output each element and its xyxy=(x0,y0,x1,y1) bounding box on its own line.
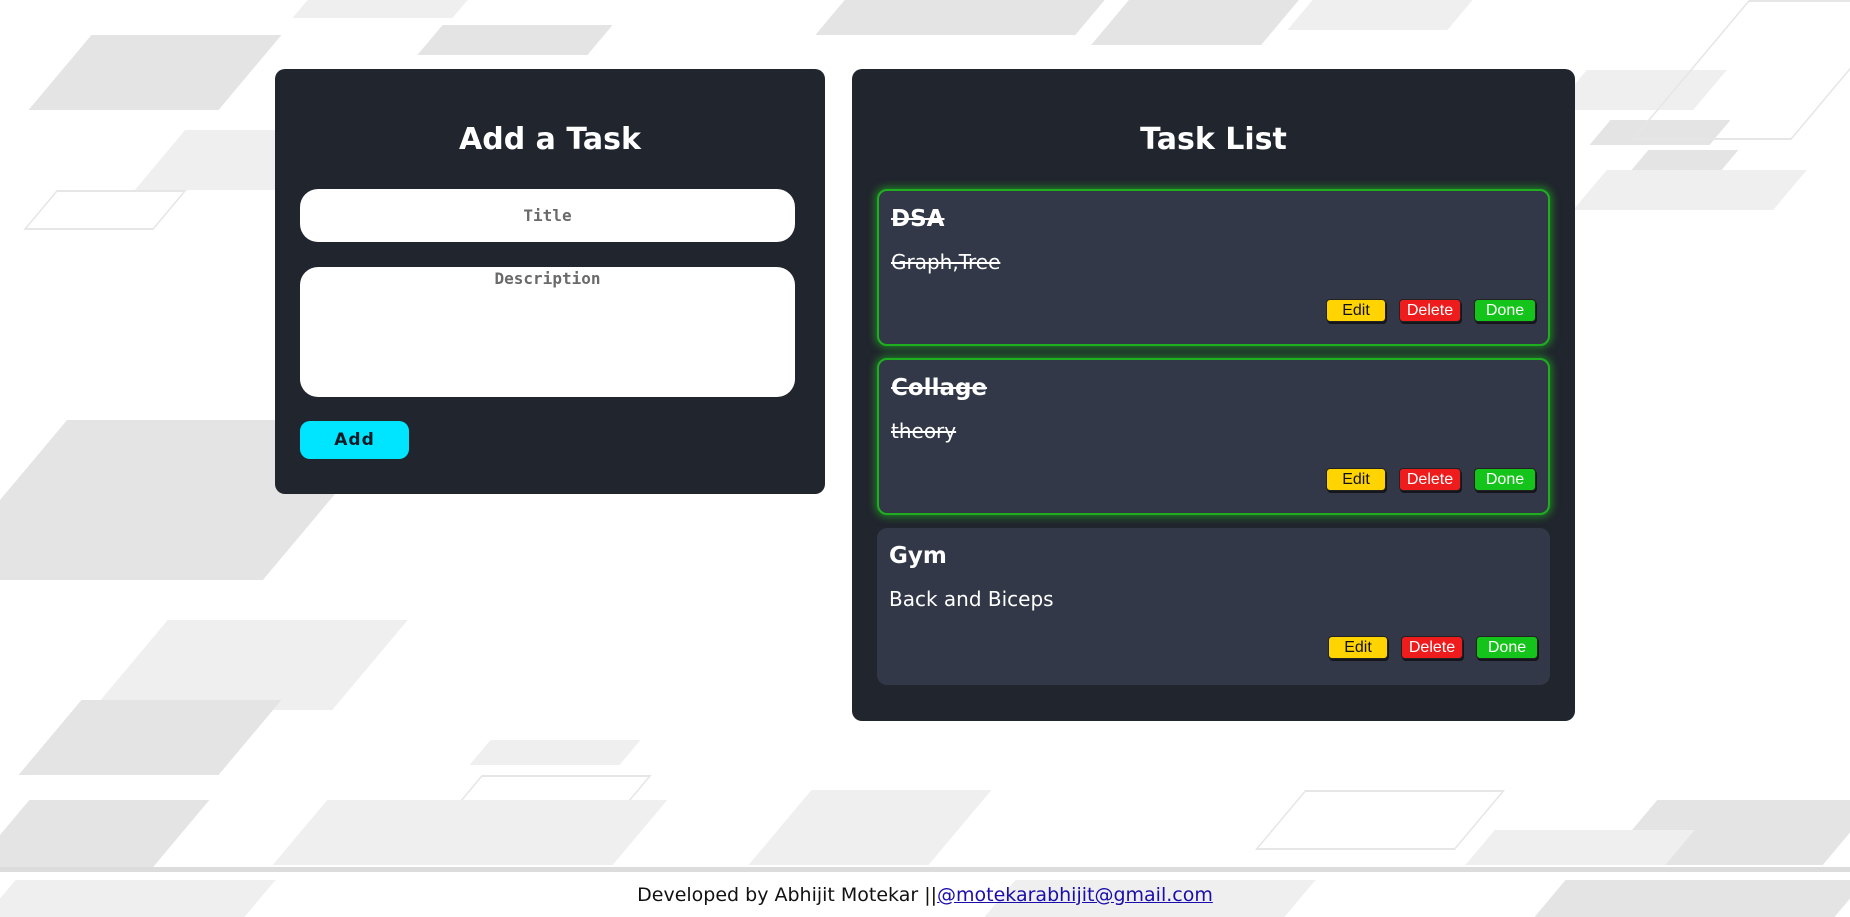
task-actions: Edit Delete Done xyxy=(1328,636,1538,659)
done-button[interactable]: Done xyxy=(1476,636,1538,659)
task-title: DSA xyxy=(891,206,945,232)
done-button[interactable]: Done xyxy=(1474,468,1536,491)
delete-button[interactable]: Delete xyxy=(1399,299,1461,322)
task-card: DSA Graph,Tree Edit Delete Done xyxy=(877,189,1550,346)
add-button[interactable]: Add xyxy=(300,421,409,459)
task-actions: Edit Delete Done xyxy=(1326,468,1536,491)
add-task-heading: Add a Task xyxy=(459,122,641,157)
delete-button[interactable]: Delete xyxy=(1399,468,1461,491)
email-link[interactable]: @motekarabhijit@gmail.com xyxy=(937,884,1213,906)
delete-button[interactable]: Delete xyxy=(1401,636,1463,659)
edit-button[interactable]: Edit xyxy=(1326,299,1386,322)
task-list-panel: Task List DSA Graph,Tree Edit Delete Don… xyxy=(852,69,1575,721)
edit-button[interactable]: Edit xyxy=(1326,468,1386,491)
done-button[interactable]: Done xyxy=(1474,299,1536,322)
task-description: Back and Biceps xyxy=(889,587,1054,611)
footer: Developed by Abhijit Motekar ||@motekara… xyxy=(0,884,1850,906)
description-input[interactable] xyxy=(300,267,795,397)
title-input[interactable] xyxy=(300,189,795,242)
footer-divider xyxy=(0,867,1850,872)
task-description: Graph,Tree xyxy=(891,250,1001,274)
task-description: theory xyxy=(891,419,957,443)
task-list-heading: Task List xyxy=(1140,122,1287,157)
task-title: Gym xyxy=(889,543,947,569)
footer-credit: Developed by Abhijit Motekar || xyxy=(637,884,938,906)
edit-button[interactable]: Edit xyxy=(1328,636,1388,659)
task-title: Collage xyxy=(891,375,988,401)
task-actions: Edit Delete Done xyxy=(1326,299,1536,322)
task-card: Collage theory Edit Delete Done xyxy=(877,358,1550,515)
add-task-panel: Add a Task Add xyxy=(275,69,825,494)
task-card: Gym Back and Biceps Edit Delete Done xyxy=(877,528,1550,685)
